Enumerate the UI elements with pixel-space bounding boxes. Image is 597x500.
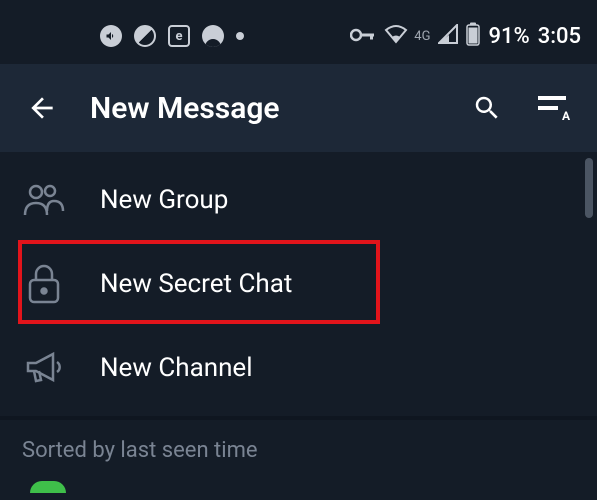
- status-bar: e 4G 91% 3:05: [0, 8, 597, 64]
- menu-item-new-secret-chat[interactable]: New Secret Chat: [0, 242, 597, 326]
- status-system-icons: 4G 91% 3:05: [350, 22, 581, 50]
- sort-header: Sorted by last seen time: [0, 420, 597, 481]
- arrow-left-icon: [26, 92, 58, 124]
- battery-percent: 91%: [488, 24, 529, 49]
- content-area: New Group New Secret Chat New Channel So…: [0, 152, 597, 493]
- scrollbar[interactable]: [585, 158, 593, 218]
- menu-item-label: New Secret Chat: [100, 269, 292, 299]
- volume-icon: [100, 25, 122, 47]
- lock-icon: [22, 262, 66, 306]
- more-notifications-icon: [236, 32, 244, 40]
- dnd-icon: [134, 25, 156, 47]
- menu-item-new-group[interactable]: New Group: [0, 158, 597, 242]
- signal-icon: [438, 24, 458, 48]
- group-icon: [22, 178, 66, 222]
- search-icon: [472, 93, 502, 123]
- status-notification-icons: e: [100, 25, 244, 47]
- app-e-icon: e: [168, 25, 190, 47]
- menu-item-new-channel[interactable]: New Channel: [0, 326, 597, 410]
- page-title: New Message: [90, 91, 439, 126]
- sort-icon: A: [538, 94, 572, 122]
- top-edge: [0, 0, 597, 8]
- menu-item-label: New Group: [100, 185, 228, 215]
- back-button[interactable]: [22, 88, 62, 128]
- key-icon: [350, 27, 376, 46]
- network-type-label: 4G: [414, 29, 430, 44]
- clock: 3:05: [538, 24, 581, 49]
- wifi-icon: [384, 24, 408, 48]
- sort-button[interactable]: A: [535, 88, 575, 128]
- battery-icon: [466, 22, 480, 50]
- menu-item-label: New Channel: [100, 353, 253, 383]
- vpn-icon: [202, 25, 224, 47]
- app-bar: New Message A: [0, 64, 597, 152]
- search-button[interactable]: [467, 88, 507, 128]
- svg-text:A: A: [562, 109, 571, 122]
- megaphone-icon: [22, 346, 66, 390]
- contact-avatar-partial: [30, 481, 66, 493]
